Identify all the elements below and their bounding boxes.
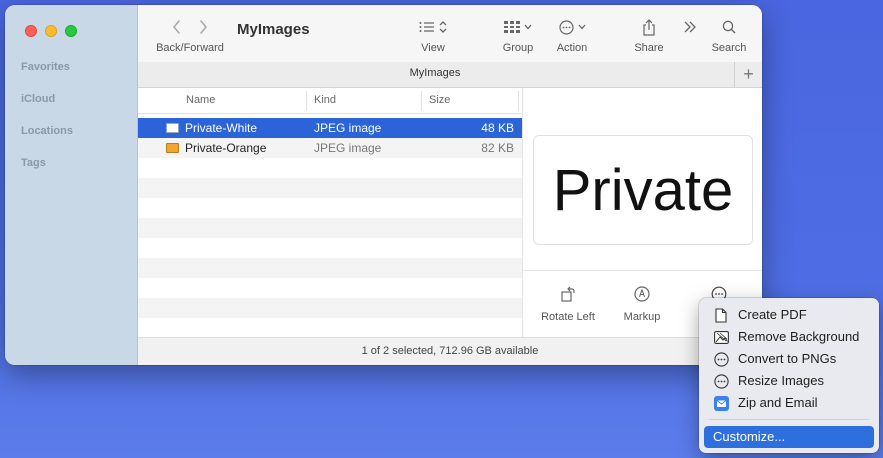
traffic-lights — [25, 25, 77, 37]
column-name[interactable]: Name — [186, 94, 215, 106]
file-size: 82 KB — [481, 141, 514, 155]
view-button[interactable]: View — [412, 17, 454, 54]
tab-bar: MyImages + — [138, 62, 762, 88]
menu-item-label: Zip and Email — [738, 395, 818, 410]
rotate-left-icon — [561, 286, 575, 302]
rotate-left-button[interactable]: Rotate Left — [535, 285, 601, 323]
file-rows: Private-White JPEG image 48 KB Private-O… — [138, 118, 522, 358]
sidebar-section-locations[interactable]: Locations — [21, 125, 73, 137]
table-row[interactable]: Private-White JPEG image 48 KB — [138, 118, 522, 138]
new-tab-button[interactable]: + — [734, 62, 762, 87]
more-toolbar-button[interactable] — [680, 17, 700, 37]
sidebar-section-tags[interactable]: Tags — [21, 157, 46, 169]
empty-row — [138, 318, 522, 338]
image-preview: Private — [533, 135, 753, 245]
file-size: 48 KB — [481, 121, 514, 135]
menu-item-remove-background[interactable]: Remove Background — [699, 326, 879, 348]
markup-pen-icon — [634, 286, 650, 302]
file-name: Private-White — [185, 121, 258, 135]
empty-row — [138, 298, 522, 318]
search-icon — [722, 20, 736, 34]
list-view-icon — [419, 22, 434, 32]
chevron-down-icon — [578, 24, 585, 30]
empty-row — [138, 258, 522, 278]
share-icon — [643, 18, 655, 36]
group-label: Group — [502, 42, 534, 54]
empty-row — [138, 158, 522, 178]
image-file-icon — [166, 143, 179, 153]
ellipsis-circle-icon — [713, 351, 729, 367]
menu-item-create-pdf[interactable]: Create PDF — [699, 304, 879, 326]
action-button[interactable]: Action — [550, 17, 594, 54]
sidebar: Favorites iCloud Locations Tags — [5, 5, 138, 365]
tab-myimages[interactable]: MyImages — [138, 67, 732, 79]
menu-item-label: Remove Background — [738, 329, 860, 344]
empty-row — [138, 278, 522, 298]
table-row[interactable]: Private-Orange JPEG image 82 KB — [138, 138, 522, 158]
menu-item-label: Resize Images — [738, 373, 824, 388]
menu-item-customize[interactable]: Customize... — [704, 426, 874, 448]
column-divider[interactable] — [306, 91, 307, 111]
search-button[interactable]: Search — [707, 17, 751, 54]
empty-row — [138, 218, 522, 238]
column-size[interactable]: Size — [429, 94, 450, 106]
column-divider[interactable] — [518, 91, 519, 111]
menu-item-label: Customize... — [713, 429, 786, 444]
empty-row — [138, 238, 522, 258]
sidebar-section-favorites[interactable]: Favorites — [21, 61, 70, 73]
column-kind[interactable]: Kind — [314, 94, 336, 106]
finder-window: Favorites iCloud Locations Tags Back/For… — [5, 5, 762, 365]
share-button[interactable]: Share — [627, 17, 671, 54]
zoom-window-button[interactable] — [65, 25, 77, 37]
menu-item-resize-images[interactable]: Resize Images — [699, 370, 879, 392]
chevron-down-icon — [524, 24, 532, 30]
menu-separator — [709, 419, 869, 420]
file-kind: JPEG image — [314, 121, 382, 135]
view-label: View — [421, 42, 445, 54]
column-header: Name Kind Size — [138, 88, 522, 114]
image-file-icon — [166, 123, 179, 133]
minimize-window-button[interactable] — [45, 25, 57, 37]
sidebar-section-icloud[interactable]: iCloud — [21, 93, 55, 105]
mail-icon — [713, 395, 729, 411]
markup-button[interactable]: Markup — [619, 285, 665, 323]
empty-row — [138, 178, 522, 198]
ellipsis-circle-icon — [558, 19, 574, 35]
double-chevron-right-icon — [684, 21, 696, 33]
menu-item-label: Create PDF — [738, 307, 807, 322]
chevron-up-down-icon — [439, 21, 447, 33]
chevron-right-icon[interactable] — [198, 20, 208, 34]
file-kind: JPEG image — [314, 141, 382, 155]
divider — [523, 270, 762, 271]
status-bar: 1 of 2 selected, 712.96 GB available — [138, 337, 762, 365]
back-forward-label: Back/Forward — [156, 42, 224, 54]
search-label: Search — [711, 42, 747, 54]
menu-item-zip-and-email[interactable]: Zip and Email — [699, 392, 879, 414]
grid-group-icon — [504, 21, 520, 33]
back-forward-control[interactable]: Back/Forward — [154, 17, 226, 54]
file-name: Private-Orange — [185, 141, 267, 155]
ellipsis-circle-icon — [713, 373, 729, 389]
toolbar: Back/Forward MyImages View Group Action — [138, 5, 762, 62]
menu-item-label: Convert to PNGs — [738, 351, 837, 366]
markup-label: Markup — [623, 311, 661, 323]
group-button[interactable]: Group — [496, 17, 540, 54]
quick-actions-menu: Create PDF Remove Background Convert to … — [699, 298, 879, 453]
column-divider[interactable] — [421, 91, 422, 111]
chevron-left-icon[interactable] — [172, 20, 182, 34]
close-window-button[interactable] — [25, 25, 37, 37]
share-label: Share — [634, 42, 664, 54]
photo-icon — [713, 329, 729, 345]
document-icon — [713, 307, 729, 323]
file-list: Name Kind Size Private-White JPEG image … — [138, 88, 522, 358]
menu-item-convert-to-pngs[interactable]: Convert to PNGs — [699, 348, 879, 370]
window-title: MyImages — [237, 21, 310, 38]
rotate-left-label: Rotate Left — [541, 311, 595, 323]
empty-row — [138, 198, 522, 218]
action-label: Action — [556, 42, 588, 54]
